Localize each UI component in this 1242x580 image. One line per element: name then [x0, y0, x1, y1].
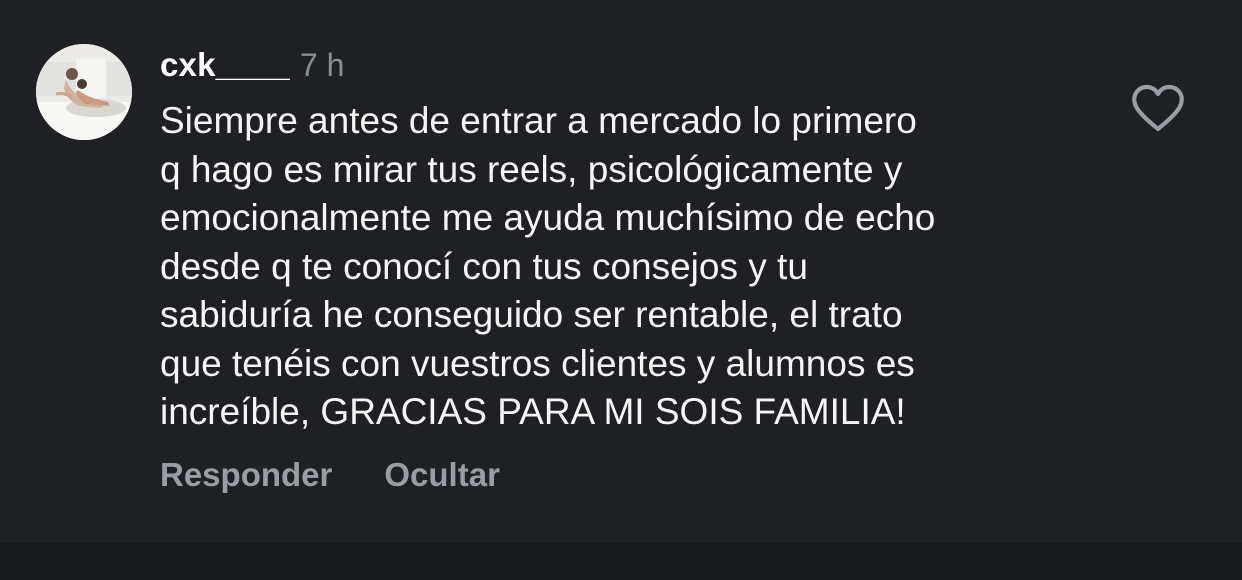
heart-outline-icon — [1132, 84, 1184, 132]
avatar[interactable] — [36, 44, 132, 140]
comment-line: que tenéis con vuestros clientes y alumn… — [160, 342, 915, 384]
comment-item: cxk____ 7 h Siempre antes de entrar a me… — [0, 0, 1242, 543]
comment-line: desde q te conocí con tus consejos y tu — [160, 245, 808, 287]
comment-line: Siempre antes de entrar a mercado lo pri… — [160, 100, 917, 141]
like-button[interactable] — [1130, 82, 1186, 134]
reply-button[interactable]: Responder — [160, 456, 332, 494]
username[interactable]: cxk____ — [160, 46, 290, 84]
comment-actions: Responder Ocultar — [160, 456, 552, 494]
timestamp: 7 h — [299, 46, 345, 83]
hide-button[interactable]: Ocultar — [384, 456, 500, 494]
bottom-divider — [0, 543, 1242, 580]
comment-header: cxk____ 7 h — [160, 40, 344, 90]
comment-line: q hago es mirar tus reels, psicológicame… — [160, 148, 903, 190]
comment-line: sabiduría he conseguido ser rentable, el… — [160, 294, 903, 335]
comment-line: emocionalmente me ayuda muchísimo de ech… — [160, 197, 936, 238]
avatar-photo — [36, 44, 132, 140]
comment-line: increíble, GRACIAS PARA MI SOIS FAMILIA! — [160, 391, 906, 432]
comment-text: Siempre antes de entrar a mercado lo pri… — [160, 97, 1100, 437]
